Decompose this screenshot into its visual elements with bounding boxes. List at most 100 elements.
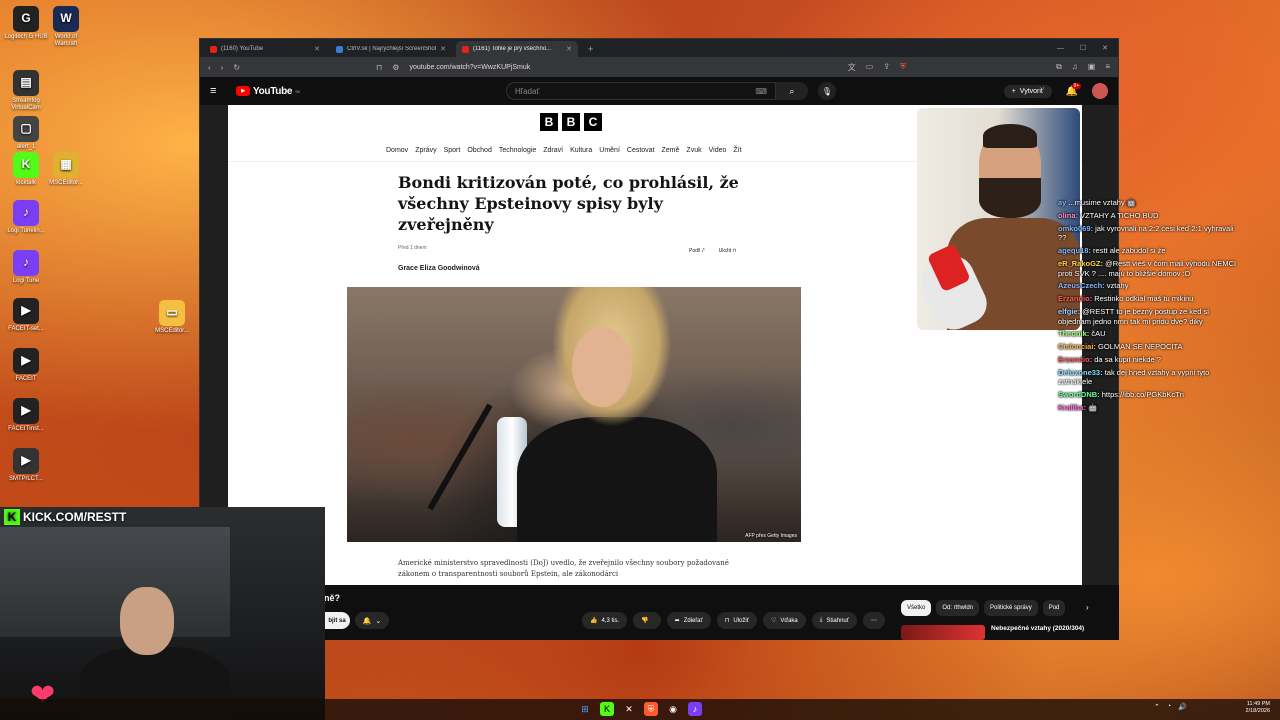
desktop-icon[interactable]: Kkicktalk [4, 152, 48, 187]
url-input[interactable]: youtube.com/watch?v=WwzKUPjSmuk [409, 64, 837, 71]
site-info-icon[interactable]: ⚙ [392, 63, 399, 72]
desktop-icon[interactable]: ♪ Logi Tune [4, 250, 48, 285]
forward-icon[interactable]: › [221, 63, 224, 72]
chat-username: Erzandio: [1058, 294, 1093, 303]
file-icon: ▢ [13, 116, 39, 142]
filter-chip[interactable]: Politické správy [984, 600, 1038, 616]
close-tab-icon[interactable]: ✕ [440, 45, 446, 53]
filter-chip[interactable]: Pod [1042, 600, 1066, 616]
close-window-icon[interactable]: ✕ [1102, 41, 1108, 57]
bookmark-icon[interactable]: ⊓ [376, 63, 382, 72]
chat-message: Kraliba: 🤖 [1058, 403, 1238, 413]
desktop-icon[interactable]: G Logitech G HUB [4, 6, 48, 41]
wow-icon: W [53, 6, 79, 32]
maximize-icon[interactable]: ☐ [1080, 41, 1086, 57]
desktop-icon[interactable]: ▶ FACEIT-set... [4, 298, 48, 333]
save-button[interactable]: ⊓ Uložiť [716, 612, 757, 629]
address-bar: ‹ › ↻ ⊓ ⚙ youtube.com/watch?v=WwzKUPjSmu… [200, 57, 1118, 77]
subscribe-button[interactable]: bjit sa [324, 612, 350, 629]
tab-ctrlv[interactable]: CtrlV.sk | Najrýchlejší ScreenShot a P..… [330, 41, 452, 57]
more-button[interactable]: ⋯ [863, 612, 886, 629]
playlist-icon[interactable]: ♫ [1072, 62, 1078, 73]
extensions-icon[interactable]: ⧉ [1056, 62, 1062, 73]
like-button[interactable]: 👍 4,3 tis. [582, 612, 628, 629]
translate-icon[interactable]: 文 [848, 62, 856, 73]
recommendation-item[interactable]: Nebezpečné vztahy (2020/304) [901, 625, 1101, 640]
keyboard-icon[interactable]: ⌨ [755, 87, 767, 96]
bbc-nav-item: Umění [599, 147, 620, 154]
system-clock[interactable]: 11:49 PM 2/18/2026 [1246, 701, 1270, 716]
xbox-icon[interactable]: ✕ [622, 702, 636, 716]
avatar[interactable] [1092, 83, 1108, 99]
download-button[interactable]: ⤓ Stiahnuť [811, 612, 858, 629]
close-tab-icon[interactable]: ✕ [566, 45, 572, 53]
brave-app-icon[interactable]: ⛨ [644, 702, 658, 716]
article-headline: Bondi kritizován poté, co prohlásil, že … [398, 173, 739, 234]
search-button[interactable]: ⌕ [775, 82, 808, 100]
desktop-icon[interactable]: ▶ FACEIT [4, 348, 48, 383]
chat-message: eR_RakoGZ: @Restt vieš v čom mali výhodu… [1058, 259, 1238, 279]
close-tab-icon[interactable]: ✕ [314, 45, 320, 53]
screenshot-icon[interactable]: ▭ [866, 62, 874, 73]
bbc-nav-item: Video [708, 147, 727, 154]
beard-shape [979, 178, 1041, 218]
back-icon[interactable]: ‹ [208, 63, 211, 72]
thanks-button[interactable]: ♡ Vďaka [762, 612, 806, 629]
network-icon[interactable]: ◔ [1167, 703, 1171, 711]
volume-icon[interactable]: 🔊 [1178, 703, 1187, 711]
twitch-app-icon[interactable]: ♪ [688, 702, 702, 716]
windows-start-icon[interactable]: ⊞ [578, 702, 592, 716]
chevron-right-icon[interactable]: › [1086, 603, 1089, 612]
create-button[interactable]: + Vytvoriť [1003, 84, 1052, 98]
filter-chip[interactable]: Všetko [901, 600, 932, 616]
share-icon: ➦ [674, 618, 680, 624]
bbc-nav-item: Cestovat [626, 147, 655, 154]
chat-username: SwordDNB: [1058, 390, 1100, 399]
reload-icon[interactable]: ↻ [233, 63, 240, 72]
desktop-icon[interactable]: ▶ SMTP/LCT... [4, 448, 48, 483]
desktop-icon[interactable]: W World of Warcraft [44, 6, 88, 47]
tab-youtube-home[interactable]: (1160) YouTube ✕ [204, 41, 326, 57]
dislike-icon: 👎 [641, 618, 649, 624]
obs-icon[interactable]: ◉ [666, 702, 680, 716]
new-tab-icon[interactable]: + [582, 41, 599, 57]
search-input[interactable]: Hľadať ⌨ [505, 82, 776, 100]
bbc-nav-item: Obchod [467, 147, 492, 154]
chevron-down-icon: ⌄ [375, 617, 382, 625]
tab-youtube-video[interactable]: (1161) Tohle je prý všechno... ✕ [456, 41, 578, 57]
share-button[interactable]: ➦ Zdieľať [666, 612, 711, 629]
kick-app-icon[interactable]: K [600, 702, 614, 716]
desktop-icon[interactable]: ▭ MSCEditor... [150, 300, 194, 335]
brave-shield-icon[interactable]: ⛨ [900, 62, 906, 73]
desktop-icon[interactable]: ▦ MSCEditor... [44, 152, 88, 187]
menu-icon[interactable]: ≡ [1105, 62, 1110, 73]
like-icon: 👍 [590, 618, 598, 624]
desktop-icon[interactable]: ▤ Streamfog VirtualCam [4, 70, 48, 111]
kick-logo-icon: K [4, 508, 20, 525]
photo-credit: AFP přes Getty Images [745, 533, 797, 539]
toolbar-icons: 文 ▭ ⇪ ⛨ ⧉ ♫ ▣ ≡ [848, 62, 1110, 73]
chat-username: Cislonciai: [1058, 342, 1096, 351]
desktop-icon[interactable]: ▢ alert_1 [4, 116, 48, 151]
hamburger-menu-icon[interactable]: ≡ [210, 85, 236, 97]
chevron-up-icon[interactable]: ⌃ [1154, 703, 1160, 711]
dislike-button[interactable]: 👎 [633, 612, 661, 629]
share-page-icon[interactable]: ⇪ [883, 62, 890, 73]
filter-chip[interactable]: Od: rthwldn [936, 600, 980, 616]
taskbar-apps: ⊞ K ✕ ⛨ ◉ ♪ [578, 702, 702, 716]
desktop-icon-label: FACEITInst... [8, 426, 44, 432]
desktop-icon-label: SMTP/LCT... [8, 476, 43, 482]
notification-toggle[interactable]: 🔔 ⌄ [355, 612, 389, 629]
youtube-logo[interactable]: ▶ YouTube SK [236, 86, 300, 97]
article-author: Grace Eliza Goodwinová [398, 265, 480, 272]
chat-text: ...musime vztahy 🤖 [1068, 198, 1137, 207]
wallet-icon[interactable]: ▣ [1088, 62, 1096, 73]
desktop-icon[interactable]: ▶ FACEITInst... [4, 398, 48, 433]
notifications-button[interactable]: 🔔 9+ [1066, 82, 1082, 97]
search-placeholder: Hľadať [514, 86, 540, 96]
video-actions: 👍 4,3 tis. 👎 ➦ Zdieľať ⊓ Uložiť ♡ Vďaka ⤓ Stiahnuť… [582, 612, 886, 629]
logi-tune-icon: ♪ [13, 200, 39, 226]
desktop-icon[interactable]: ♪ Logi Tunelin... [4, 200, 48, 235]
voice-search-button[interactable]: 🎙 [817, 82, 836, 100]
minimize-icon[interactable]: — [1057, 41, 1064, 57]
